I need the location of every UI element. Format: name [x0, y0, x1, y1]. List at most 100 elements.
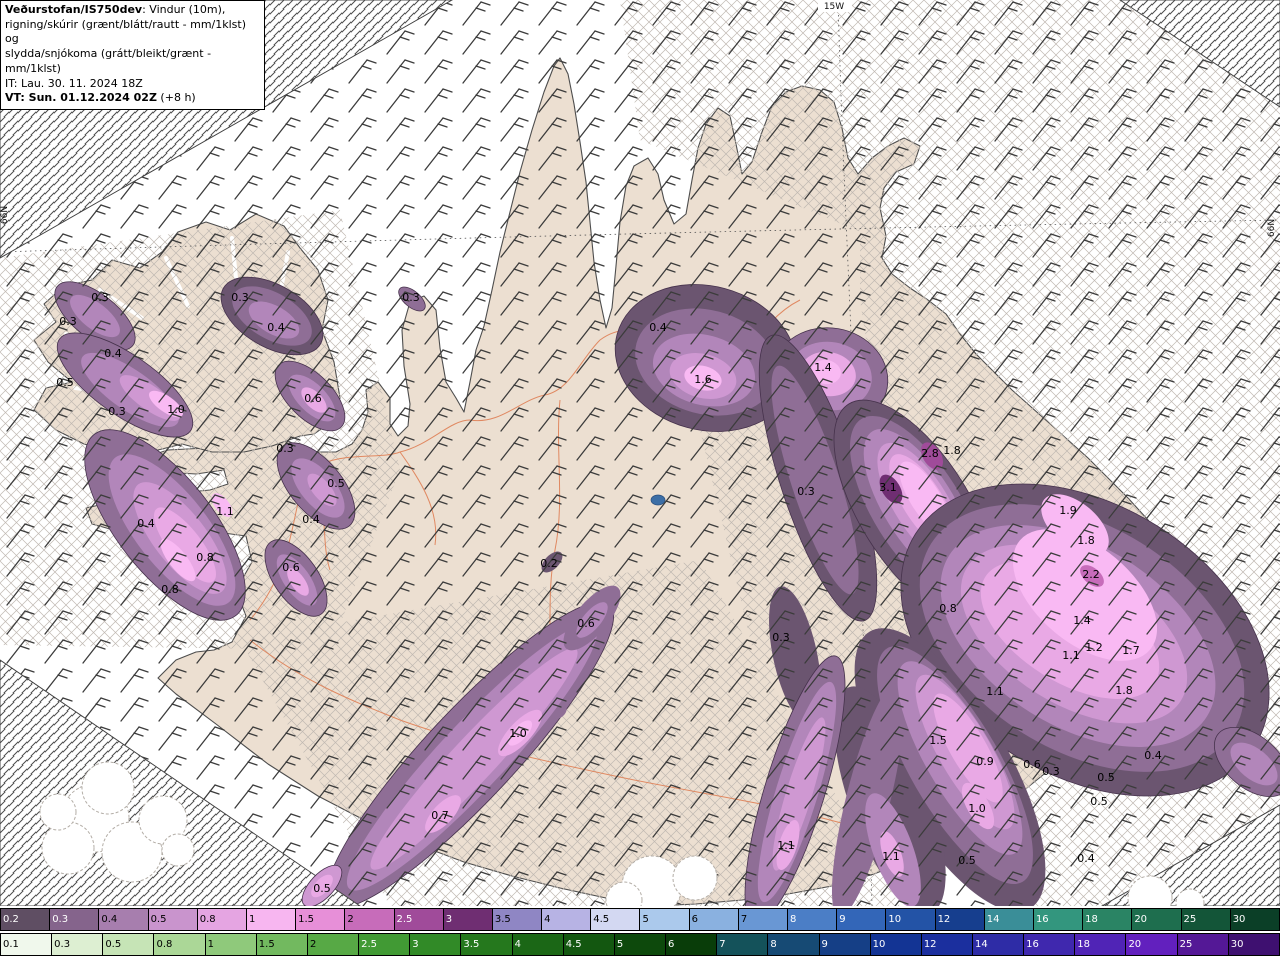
precip-value-label: 0.5: [1090, 795, 1108, 808]
legend-cell: 0.4: [99, 909, 149, 930]
precip-value-label: 0.6: [304, 392, 322, 405]
legend-cell: 0.3: [50, 909, 100, 930]
legend-cell: 10: [870, 934, 922, 955]
legend-cell: 10: [886, 909, 936, 930]
precip-value-label: 0.3: [108, 405, 126, 418]
legend-cell: 0.2: [1, 909, 51, 930]
legend-cell: 0.3: [52, 934, 104, 955]
legend-cell: 4: [542, 909, 592, 930]
precip-value-label: 0.3: [772, 631, 790, 644]
precip-value-label: 0.4: [1144, 749, 1162, 762]
legend-cell: 12: [921, 934, 973, 955]
legend-cell: 8: [768, 934, 820, 955]
precip-value-label: 0.3: [91, 291, 109, 304]
legend-cell: 30: [1230, 909, 1279, 930]
rain-scale-row: 0.2 0.3 0.4 0.5 0.8 1 1.5 2 2.5 3 3.5 4 4.5 5 6 7 8 9 10 12…: [0, 908, 1280, 931]
legend-cell: 30: [1228, 934, 1279, 955]
legend-cell: 16: [1033, 909, 1084, 930]
legend-cell: 5: [640, 909, 690, 930]
legend-cell: 9: [819, 934, 871, 955]
precip-value-label: 0.3: [797, 485, 815, 498]
info-box: Veðurstofan/IS750dev: Vindur (10m), rign…: [0, 0, 265, 111]
legend-cell: 4: [512, 934, 564, 955]
legend-cell: 2.5: [359, 934, 411, 955]
legend-cell: 12: [935, 909, 985, 930]
precip-value-label: 0.6: [1023, 758, 1041, 771]
precip-value-label: 1.8: [1077, 534, 1095, 547]
model-title-suffix: : Vindur (10m),: [142, 3, 226, 16]
precip-value-label: 1.0: [968, 802, 986, 815]
legend-cell: 6: [689, 909, 739, 930]
legend-cell: 8: [788, 909, 838, 930]
legend-cell: 3: [410, 934, 462, 955]
legend-cell: 4.5: [563, 934, 615, 955]
legend-cell: 1.5: [296, 909, 346, 930]
precip-value-label: 1.1: [882, 850, 900, 863]
precip-value-label: 0.6: [282, 561, 300, 574]
precip-value-label: 3.1: [879, 481, 897, 494]
legend-cell: 9: [837, 909, 887, 930]
precip-value-label: 0.5: [1097, 771, 1115, 784]
weather-map-viewport: 0.3 0.3 0.4 0.5 1.0 0.3 0.3 0.4 0.6 0.3 0.5 0.4 1.1 0…: [0, 0, 1280, 958]
valid-time: VT: Sun. 01.12.2024 02Z: [5, 91, 157, 105]
legend-cell: 0.8: [154, 934, 206, 955]
precip-value-label: 2.8: [921, 447, 939, 460]
legend-cell: 0.5: [103, 934, 155, 955]
precip-value-label: 0.2: [540, 557, 558, 570]
legend-cell: 7: [717, 934, 769, 955]
precip-value-label: 1.7: [1122, 644, 1140, 657]
legend-cell: 25: [1177, 934, 1229, 955]
legend-cell: 2: [345, 909, 395, 930]
precip-value-label: 0.3: [1042, 765, 1060, 778]
precip-value-label: 0.4: [649, 321, 667, 334]
precip-value-label: 0.3: [231, 291, 249, 304]
precip-value-label: 0.5: [958, 854, 976, 867]
precip-value-label: 1.0: [509, 727, 527, 740]
valid-time-suffix: (+8 h): [156, 91, 196, 105]
legend-cell: 7: [738, 909, 788, 930]
legend-cell: 2: [307, 934, 360, 955]
precip-value-label: 1.4: [1073, 614, 1091, 627]
legend-cell: 0.8: [197, 909, 247, 930]
meridian-label: 15W: [824, 2, 844, 12]
precip-value-label: 0.8: [939, 602, 957, 615]
precip-value-label: 0.3: [402, 291, 420, 304]
precip-value-label: 1.6: [694, 373, 712, 386]
legend-cell: 5: [614, 934, 667, 955]
legend-cell: 20: [1132, 909, 1182, 930]
legend-cell: 18: [1083, 909, 1133, 930]
precip-value-label: 1.8: [943, 444, 961, 457]
init-time: IT: Lau. 30. 11. 2024 18Z: [5, 76, 143, 90]
legend-cell: 3: [443, 909, 493, 930]
precip-value-label: 0.4: [267, 321, 285, 334]
parallel-label-right: 66N: [1267, 219, 1277, 237]
precip-value-label: 0.3: [59, 315, 77, 328]
info-rain-line: rigning/skúrir (grænt/blátt/rautt - mm/1…: [5, 17, 247, 46]
precip-value-label: 0.4: [137, 517, 155, 530]
legend-cell: 3.5: [492, 909, 543, 930]
precip-value-label: 1.4: [814, 361, 832, 374]
legend-cell: 14: [972, 934, 1025, 955]
precip-value-label: 1.9: [1059, 504, 1077, 517]
precip-value-label: 0.4: [302, 513, 320, 526]
info-title-line: Veðurstofan/IS750dev: Vindur (10m),: [5, 3, 257, 18]
precip-value-label: 1.2: [1085, 641, 1103, 654]
forecast-map: 0.30.30.40.51.00.30.30.40.60.30.50.41.10…: [0, 0, 1280, 906]
precip-value-label: 1.5: [929, 734, 947, 747]
precip-value-label: 0.7: [431, 809, 449, 822]
precip-value-label: 1.1: [1062, 649, 1080, 662]
precip-value-label: 0.4: [104, 347, 122, 360]
precip-value-label: 0.3: [276, 442, 294, 455]
legend-cell: 2.5: [394, 909, 444, 930]
precip-value-label: 0.8: [161, 583, 179, 596]
legend-cell: 14: [984, 909, 1034, 930]
precip-value-label: 0.5: [313, 882, 331, 895]
model-title: Veðurstofan/IS750dev: [5, 3, 143, 16]
legend-cell: 0.5: [148, 909, 198, 930]
precip-value-label: 2.2: [1082, 568, 1100, 581]
precip-value-label: 1.8: [1115, 684, 1133, 697]
precip-value-label: 0.4: [1077, 852, 1095, 865]
precipitation-legend: 0.2 0.3 0.4 0.5 0.8 1 1.5 2 2.5 3 3.5 4 4.5 5 6 7 8 9 10 12…: [0, 906, 1280, 958]
precip-value-label: 0.6: [577, 617, 595, 630]
precip-value-label: 1.0: [167, 403, 185, 416]
